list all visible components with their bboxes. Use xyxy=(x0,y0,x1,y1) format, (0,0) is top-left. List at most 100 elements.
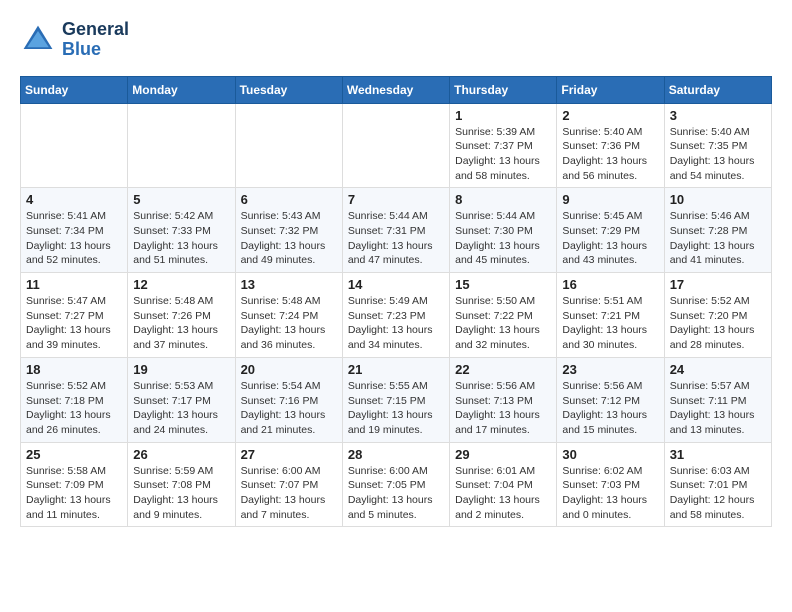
day-info: Sunrise: 5:41 AM Sunset: 7:34 PM Dayligh… xyxy=(26,209,122,268)
day-number: 20 xyxy=(241,362,337,377)
weekday-header-sunday: Sunday xyxy=(21,76,128,103)
day-number: 6 xyxy=(241,192,337,207)
calendar-cell: 26 Sunrise: 5:59 AM Sunset: 7:08 PM Dayli… xyxy=(128,442,235,527)
calendar-cell: 30 Sunrise: 6:02 AM Sunset: 7:03 PM Dayli… xyxy=(557,442,664,527)
calendar-cell: 13 Sunrise: 5:48 AM Sunset: 7:24 PM Dayli… xyxy=(235,273,342,358)
calendar-cell: 1 Sunrise: 5:39 AM Sunset: 7:37 PM Daylig… xyxy=(450,103,557,188)
day-info: Sunrise: 5:44 AM Sunset: 7:31 PM Dayligh… xyxy=(348,209,444,268)
calendar-header: SundayMondayTuesdayWednesdayThursdayFrid… xyxy=(21,76,772,103)
day-number: 17 xyxy=(670,277,766,292)
day-number: 1 xyxy=(455,108,551,123)
day-info: Sunrise: 5:48 AM Sunset: 7:26 PM Dayligh… xyxy=(133,294,229,353)
day-info: Sunrise: 6:00 AM Sunset: 7:05 PM Dayligh… xyxy=(348,464,444,523)
calendar-cell: 21 Sunrise: 5:55 AM Sunset: 7:15 PM Dayli… xyxy=(342,357,449,442)
day-number: 11 xyxy=(26,277,122,292)
day-info: Sunrise: 5:49 AM Sunset: 7:23 PM Dayligh… xyxy=(348,294,444,353)
calendar-cell: 25 Sunrise: 5:58 AM Sunset: 7:09 PM Dayli… xyxy=(21,442,128,527)
day-info: Sunrise: 5:59 AM Sunset: 7:08 PM Dayligh… xyxy=(133,464,229,523)
day-info: Sunrise: 5:55 AM Sunset: 7:15 PM Dayligh… xyxy=(348,379,444,438)
calendar-cell: 11 Sunrise: 5:47 AM Sunset: 7:27 PM Dayli… xyxy=(21,273,128,358)
day-info: Sunrise: 5:58 AM Sunset: 7:09 PM Dayligh… xyxy=(26,464,122,523)
day-number: 30 xyxy=(562,447,658,462)
calendar-cell: 22 Sunrise: 5:56 AM Sunset: 7:13 PM Dayli… xyxy=(450,357,557,442)
day-info: Sunrise: 5:43 AM Sunset: 7:32 PM Dayligh… xyxy=(241,209,337,268)
calendar-cell: 5 Sunrise: 5:42 AM Sunset: 7:33 PM Daylig… xyxy=(128,188,235,273)
calendar-cell: 14 Sunrise: 5:49 AM Sunset: 7:23 PM Dayli… xyxy=(342,273,449,358)
logo-general: General xyxy=(62,19,129,39)
calendar-cell: 18Sunrise: 5:52 AM Sunset: 7:18 PM Dayli… xyxy=(21,357,128,442)
day-info: Sunrise: 6:03 AM Sunset: 7:01 PM Dayligh… xyxy=(670,464,766,523)
day-info: Sunrise: 6:01 AM Sunset: 7:04 PM Dayligh… xyxy=(455,464,551,523)
day-number: 25 xyxy=(26,447,122,462)
day-number: 5 xyxy=(133,192,229,207)
day-info: Sunrise: 5:57 AM Sunset: 7:11 PM Dayligh… xyxy=(670,379,766,438)
day-number: 4 xyxy=(26,192,122,207)
day-info: Sunrise: 5:45 AM Sunset: 7:29 PM Dayligh… xyxy=(562,209,658,268)
day-number: 3 xyxy=(670,108,766,123)
calendar-cell: 8 Sunrise: 5:44 AM Sunset: 7:30 PM Daylig… xyxy=(450,188,557,273)
day-info: Sunrise: 5:54 AM Sunset: 7:16 PM Dayligh… xyxy=(241,379,337,438)
day-info: Sunrise: 5:53 AM Sunset: 7:17 PM Dayligh… xyxy=(133,379,229,438)
calendar-cell: 29 Sunrise: 6:01 AM Sunset: 7:04 PM Dayli… xyxy=(450,442,557,527)
calendar-week-row: 25 Sunrise: 5:58 AM Sunset: 7:09 PM Dayli… xyxy=(21,442,772,527)
weekday-header-row: SundayMondayTuesdayWednesdayThursdayFrid… xyxy=(21,76,772,103)
day-info: Sunrise: 5:42 AM Sunset: 7:33 PM Dayligh… xyxy=(133,209,229,268)
day-number: 12 xyxy=(133,277,229,292)
calendar-cell: 3Sunrise: 5:40 AM Sunset: 7:35 PM Daylig… xyxy=(664,103,771,188)
day-info: Sunrise: 5:52 AM Sunset: 7:20 PM Dayligh… xyxy=(670,294,766,353)
day-info: Sunrise: 5:40 AM Sunset: 7:36 PM Dayligh… xyxy=(562,125,658,184)
weekday-header-tuesday: Tuesday xyxy=(235,76,342,103)
day-number: 14 xyxy=(348,277,444,292)
calendar-week-row: 18Sunrise: 5:52 AM Sunset: 7:18 PM Dayli… xyxy=(21,357,772,442)
day-info: Sunrise: 5:46 AM Sunset: 7:28 PM Dayligh… xyxy=(670,209,766,268)
weekday-header-friday: Friday xyxy=(557,76,664,103)
calendar-cell xyxy=(128,103,235,188)
day-number: 21 xyxy=(348,362,444,377)
day-info: Sunrise: 5:47 AM Sunset: 7:27 PM Dayligh… xyxy=(26,294,122,353)
day-number: 29 xyxy=(455,447,551,462)
day-info: Sunrise: 6:00 AM Sunset: 7:07 PM Dayligh… xyxy=(241,464,337,523)
day-info: Sunrise: 5:44 AM Sunset: 7:30 PM Dayligh… xyxy=(455,209,551,268)
day-info: Sunrise: 5:48 AM Sunset: 7:24 PM Dayligh… xyxy=(241,294,337,353)
calendar-cell: 23Sunrise: 5:56 AM Sunset: 7:12 PM Dayli… xyxy=(557,357,664,442)
day-number: 9 xyxy=(562,192,658,207)
calendar-table: SundayMondayTuesdayWednesdayThursdayFrid… xyxy=(20,76,772,528)
calendar-cell: 9 Sunrise: 5:45 AM Sunset: 7:29 PM Daylig… xyxy=(557,188,664,273)
day-number: 7 xyxy=(348,192,444,207)
calendar-cell: 2 Sunrise: 5:40 AM Sunset: 7:36 PM Daylig… xyxy=(557,103,664,188)
page-header: General Blue xyxy=(20,20,772,60)
day-number: 27 xyxy=(241,447,337,462)
calendar-cell: 27 Sunrise: 6:00 AM Sunset: 7:07 PM Dayli… xyxy=(235,442,342,527)
day-number: 2 xyxy=(562,108,658,123)
day-number: 19 xyxy=(133,362,229,377)
calendar-cell: 12 Sunrise: 5:48 AM Sunset: 7:26 PM Dayli… xyxy=(128,273,235,358)
calendar-cell: 28 Sunrise: 6:00 AM Sunset: 7:05 PM Dayli… xyxy=(342,442,449,527)
calendar-cell xyxy=(342,103,449,188)
day-number: 22 xyxy=(455,362,551,377)
calendar-cell: 19 Sunrise: 5:53 AM Sunset: 7:17 PM Dayli… xyxy=(128,357,235,442)
calendar-cell: 15Sunrise: 5:50 AM Sunset: 7:22 PM Dayli… xyxy=(450,273,557,358)
day-number: 8 xyxy=(455,192,551,207)
day-info: Sunrise: 5:39 AM Sunset: 7:37 PM Dayligh… xyxy=(455,125,551,184)
day-number: 28 xyxy=(348,447,444,462)
day-number: 13 xyxy=(241,277,337,292)
weekday-header-monday: Monday xyxy=(128,76,235,103)
calendar-week-row: 11 Sunrise: 5:47 AM Sunset: 7:27 PM Dayli… xyxy=(21,273,772,358)
calendar-cell: 7 Sunrise: 5:44 AM Sunset: 7:31 PM Daylig… xyxy=(342,188,449,273)
weekday-header-thursday: Thursday xyxy=(450,76,557,103)
calendar-cell: 10Sunrise: 5:46 AM Sunset: 7:28 PM Dayli… xyxy=(664,188,771,273)
calendar-cell: 20 Sunrise: 5:54 AM Sunset: 7:16 PM Dayli… xyxy=(235,357,342,442)
calendar-cell: 4 Sunrise: 5:41 AM Sunset: 7:34 PM Daylig… xyxy=(21,188,128,273)
day-number: 16 xyxy=(562,277,658,292)
day-number: 26 xyxy=(133,447,229,462)
logo: General Blue xyxy=(20,20,129,60)
calendar-cell: 17 Sunrise: 5:52 AM Sunset: 7:20 PM Dayli… xyxy=(664,273,771,358)
logo-blue: Blue xyxy=(62,39,101,59)
calendar-cell: 6 Sunrise: 5:43 AM Sunset: 7:32 PM Daylig… xyxy=(235,188,342,273)
day-info: Sunrise: 5:52 AM Sunset: 7:18 PM Dayligh… xyxy=(26,379,122,438)
calendar-cell: 16Sunrise: 5:51 AM Sunset: 7:21 PM Dayli… xyxy=(557,273,664,358)
calendar-body: 1 Sunrise: 5:39 AM Sunset: 7:37 PM Daylig… xyxy=(21,103,772,527)
day-info: Sunrise: 6:02 AM Sunset: 7:03 PM Dayligh… xyxy=(562,464,658,523)
logo-text: General Blue xyxy=(62,20,129,60)
day-info: Sunrise: 5:56 AM Sunset: 7:13 PM Dayligh… xyxy=(455,379,551,438)
